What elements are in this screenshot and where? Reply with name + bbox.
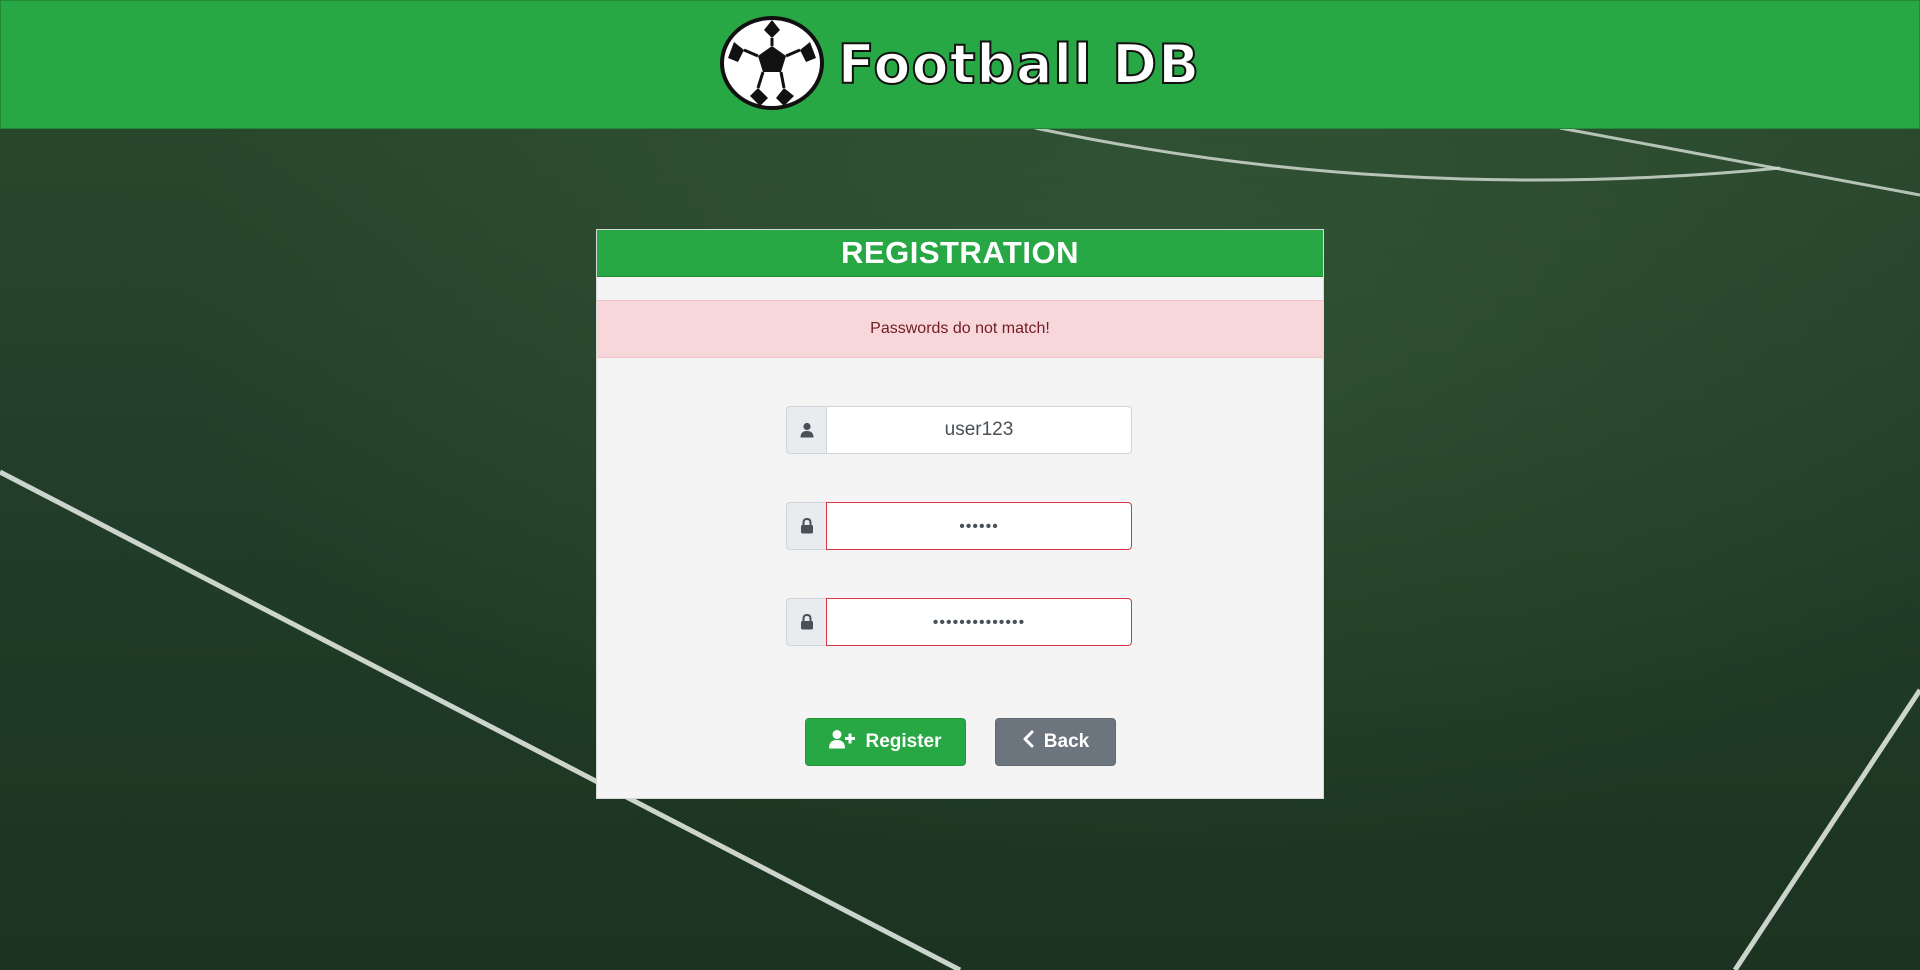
lock-icon [786, 502, 826, 550]
card-title: REGISTRATION [841, 235, 1079, 270]
brand[interactable]: Football DB [719, 15, 1201, 114]
confirm-password-field-group: •••••••••••••• [786, 598, 1132, 646]
alert-message: Passwords do not match! [870, 320, 1050, 337]
register-button[interactable]: Register [805, 718, 966, 766]
site-header: Football DB [0, 0, 1920, 129]
user-plus-icon [829, 729, 856, 755]
confirm-password-input[interactable]: •••••••••••••• [826, 598, 1132, 646]
registration-card: REGISTRATION Passwords do not match! use… [596, 229, 1324, 799]
card-header: REGISTRATION [597, 230, 1323, 277]
chevron-left-icon [1022, 730, 1034, 754]
soccer-ball-icon [719, 15, 824, 114]
error-alert: Passwords do not match! [597, 300, 1323, 358]
lock-icon [786, 598, 826, 646]
back-button[interactable]: Back [995, 718, 1116, 766]
user-icon [786, 406, 826, 454]
username-input[interactable]: user123 [826, 406, 1132, 454]
username-field-group: user123 [786, 406, 1132, 454]
back-button-label: Back [1043, 731, 1090, 752]
register-button-label: Register [865, 731, 942, 752]
password-input[interactable]: •••••• [826, 502, 1132, 550]
password-field-group: •••••• [786, 502, 1132, 550]
brand-name: Football DB [837, 32, 1201, 97]
